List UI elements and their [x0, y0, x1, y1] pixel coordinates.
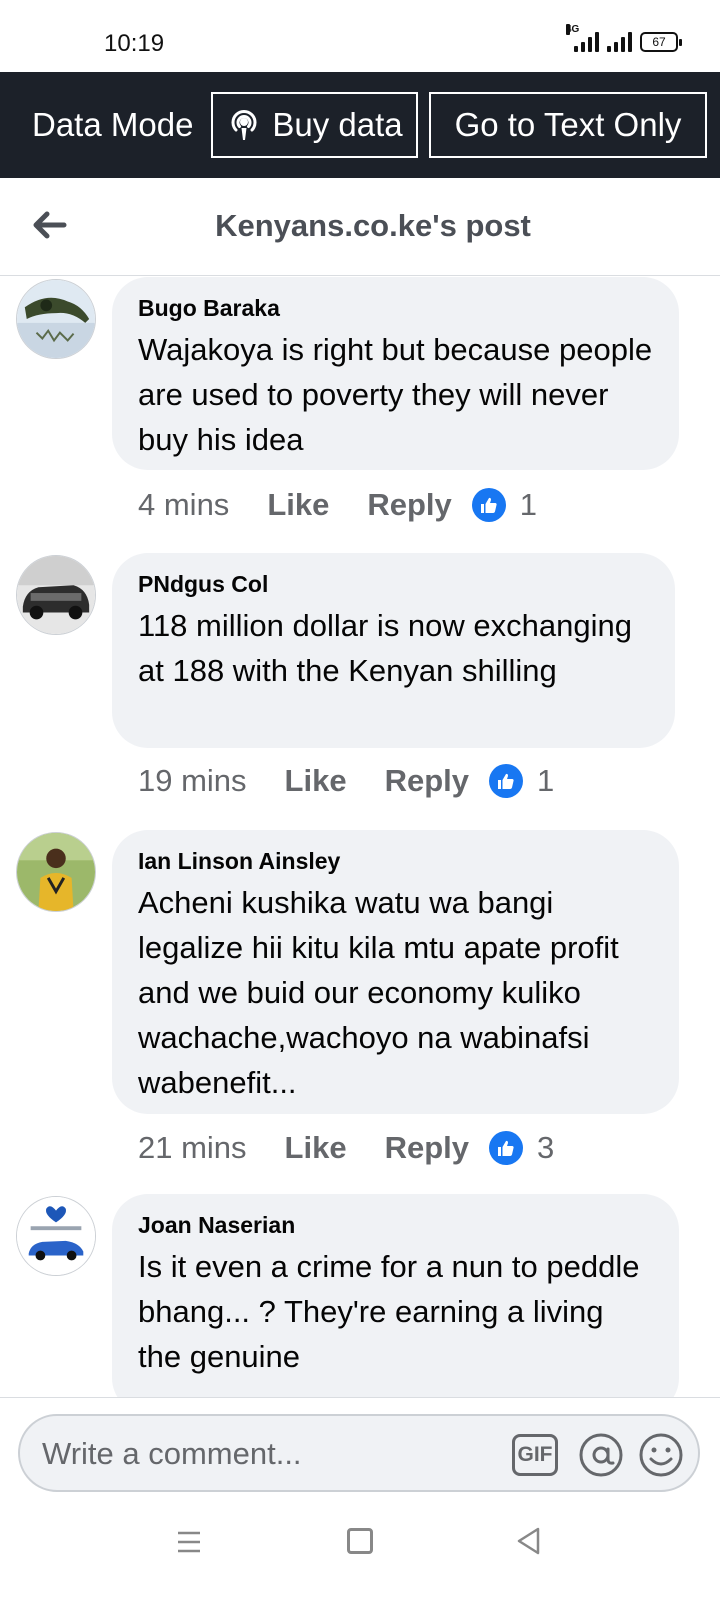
- avatar-image: [17, 556, 95, 634]
- avatar[interactable]: [16, 1196, 96, 1276]
- podcast-icon: [231, 110, 257, 140]
- network-type-label: 4G: [566, 24, 580, 35]
- comment-placeholder: Write a comment...: [42, 1436, 302, 1471]
- comment-actions: 19 mins Like Reply 1: [138, 763, 554, 799]
- reaction-count[interactable]: 3: [537, 1130, 554, 1166]
- buy-data-label: Buy data: [272, 106, 403, 143]
- nav-back-icon[interactable]: [514, 1526, 544, 1556]
- comment-time: 19 mins: [138, 763, 247, 798]
- status-icons: 4G 67: [566, 24, 682, 52]
- like-button[interactable]: Like: [267, 487, 329, 523]
- thumbs-up-icon[interactable]: [489, 764, 523, 798]
- comment-list: Bugo Baraka Wajakoya is right but becaus…: [0, 277, 720, 1397]
- avatar[interactable]: [16, 555, 96, 635]
- buy-data-button[interactable]: Buy data: [211, 92, 418, 158]
- avatar-image: [17, 1197, 95, 1275]
- system-nav-bar: [0, 1497, 720, 1600]
- comment-time: 21 mins: [138, 1130, 247, 1165]
- thumbs-up-icon[interactable]: [471, 488, 506, 522]
- comment-author[interactable]: Joan Naserian: [138, 1210, 653, 1240]
- gif-icon[interactable]: GIF: [512, 1434, 558, 1476]
- avatar[interactable]: [16, 279, 96, 359]
- comment-actions: 21 mins Like Reply 3: [138, 1130, 554, 1166]
- reaction-count[interactable]: 1: [537, 763, 554, 799]
- comment-author[interactable]: PNdgus Col: [138, 569, 649, 599]
- text-only-label: Go to Text Only: [454, 106, 682, 143]
- cell-signal-2-icon: [607, 32, 632, 52]
- like-button[interactable]: Like: [285, 1130, 347, 1166]
- data-mode-label: Data Mode: [32, 106, 194, 143]
- post-header: Kenyans.co.ke's post: [0, 178, 720, 276]
- cell-signal-icon: 4G: [566, 24, 599, 52]
- page-title: Kenyans.co.ke's post: [215, 208, 531, 243]
- reaction-count[interactable]: 1: [520, 487, 537, 523]
- comment-bubble: PNdgus Col 118 million dollar is now exc…: [112, 553, 675, 748]
- like-button[interactable]: Like: [285, 763, 347, 799]
- comment-text: Is it even a crime for a nun to peddle b…: [138, 1249, 640, 1374]
- comment-composer-bar: Write a comment... GIF: [0, 1397, 720, 1497]
- comment-text: Acheni kushika watu wa bangi legalize hi…: [138, 885, 619, 1100]
- comment-actions: 4 mins Like Reply 1: [138, 487, 537, 523]
- comment-author[interactable]: Bugo Baraka: [138, 293, 653, 323]
- comment-author[interactable]: Ian Linson Ainsley: [138, 846, 653, 876]
- comment-bubble: Ian Linson Ainsley Acheni kushika watu w…: [112, 830, 679, 1114]
- reply-button[interactable]: Reply: [367, 487, 451, 523]
- status-time: 10:19: [104, 30, 165, 57]
- thumbs-up-icon[interactable]: [489, 1131, 523, 1165]
- at-icon[interactable]: [578, 1432, 624, 1478]
- comment-text: Wajakoya is right but because people are…: [138, 332, 653, 457]
- reply-button[interactable]: Reply: [385, 763, 469, 799]
- avatar-image: [17, 833, 95, 911]
- comment-bubble: Joan Naserian Is it even a crime for a n…: [112, 1194, 679, 1397]
- comment-input[interactable]: Write a comment... GIF: [18, 1414, 700, 1492]
- emoji-icon[interactable]: [638, 1432, 684, 1478]
- data-mode-bar: Data Mode Buy data Go to Text Only: [0, 72, 720, 178]
- comment-bubble: Bugo Baraka Wajakoya is right but becaus…: [112, 277, 679, 470]
- text-only-button[interactable]: Go to Text Only: [429, 92, 707, 158]
- avatar[interactable]: [16, 832, 96, 912]
- status-bar: 10:19 4G 67: [0, 0, 720, 72]
- comment-text: 118 million dollar is now exchanging at …: [138, 608, 632, 688]
- battery-icon: 67: [640, 32, 682, 52]
- menu-icon[interactable]: [176, 1529, 202, 1555]
- home-icon[interactable]: [347, 1528, 373, 1554]
- comment-time: 4 mins: [138, 487, 230, 522]
- reply-button[interactable]: Reply: [385, 1130, 469, 1166]
- avatar-image: [17, 280, 95, 358]
